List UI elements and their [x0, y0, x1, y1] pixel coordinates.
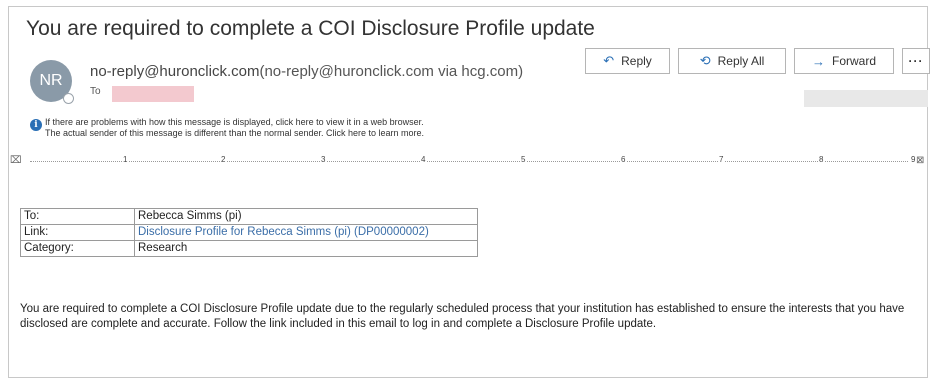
- ruler-number: 4: [420, 155, 427, 164]
- recipient-redacted: [112, 86, 194, 102]
- date-redacted: [804, 90, 928, 107]
- more-actions-button[interactable]: ···: [902, 48, 930, 74]
- forward-arrow-icon: →: [811, 53, 825, 69]
- ruler-number: 6: [620, 155, 627, 164]
- ruler-number: 3: [320, 155, 327, 164]
- reply-all-button[interactable]: ⟲ Reply All: [678, 48, 786, 74]
- forward-label: Forward: [831, 54, 876, 68]
- reply-arrow-icon: ↶: [603, 53, 615, 68]
- row-label: To:: [20, 208, 135, 225]
- ruler-number: 2: [220, 155, 227, 164]
- disclosure-profile-link-cell: Disclosure Profile for Rebecca Simms (pi…: [134, 224, 478, 241]
- row-value: Rebecca Simms (pi): [134, 208, 478, 225]
- ruler-number: 8: [818, 155, 825, 164]
- ruler-number: 1: [122, 155, 129, 164]
- message-body: You are required to complete a COI Discl…: [20, 303, 905, 330]
- sender-address[interactable]: no-reply@huronclick.com: [90, 63, 259, 80]
- reply-button[interactable]: ↶ Reply: [585, 48, 670, 74]
- reply-all-arrow-icon: ⟲: [699, 53, 711, 68]
- info-bar[interactable]: If there are problems with how this mess…: [45, 117, 424, 139]
- reply-label: Reply: [621, 54, 652, 68]
- table-row: Link: Disclosure Profile for Rebecca Sim…: [20, 224, 478, 241]
- right-margin-marker-icon[interactable]: ⊠: [916, 155, 924, 166]
- more-icon: ···: [908, 54, 924, 68]
- table-row: To: Rebecca Simms (pi): [20, 208, 478, 225]
- ruler: ⌧ 1 2 3 4 5 6 7 8 9 ⊠: [10, 155, 928, 169]
- ruler-number: 5: [520, 155, 527, 164]
- avatar-initials: NR: [39, 72, 63, 89]
- ruler-number: 7: [718, 155, 725, 164]
- details-table: To: Rebecca Simms (pi) Link: Disclosure …: [20, 208, 478, 257]
- info-icon: i: [30, 119, 42, 131]
- email-subject: You are required to complete a COI Discl…: [26, 17, 595, 40]
- info-line-sender-different[interactable]: The actual sender of this message is dif…: [45, 128, 424, 139]
- row-label: Category:: [20, 240, 135, 257]
- sender-via: (no-reply@huronclick.com via hcg.com): [259, 63, 524, 80]
- presence-status-icon: [63, 93, 74, 104]
- to-label: To: [90, 86, 101, 97]
- row-value: Research: [134, 240, 478, 257]
- row-label: Link:: [20, 224, 135, 241]
- info-line-display-problems[interactable]: If there are problems with how this mess…: [45, 117, 424, 128]
- reply-all-label: Reply All: [717, 54, 765, 68]
- forward-button[interactable]: → Forward: [794, 48, 894, 74]
- sender-line[interactable]: no-reply@huronclick.com(no-reply@huroncl…: [90, 63, 523, 80]
- table-row: Category: Research: [20, 240, 478, 257]
- left-margin-marker-icon[interactable]: ⌧: [10, 155, 22, 166]
- ruler-ticks: [30, 161, 908, 163]
- disclosure-profile-link[interactable]: Disclosure Profile for Rebecca Simms (pi…: [138, 226, 429, 238]
